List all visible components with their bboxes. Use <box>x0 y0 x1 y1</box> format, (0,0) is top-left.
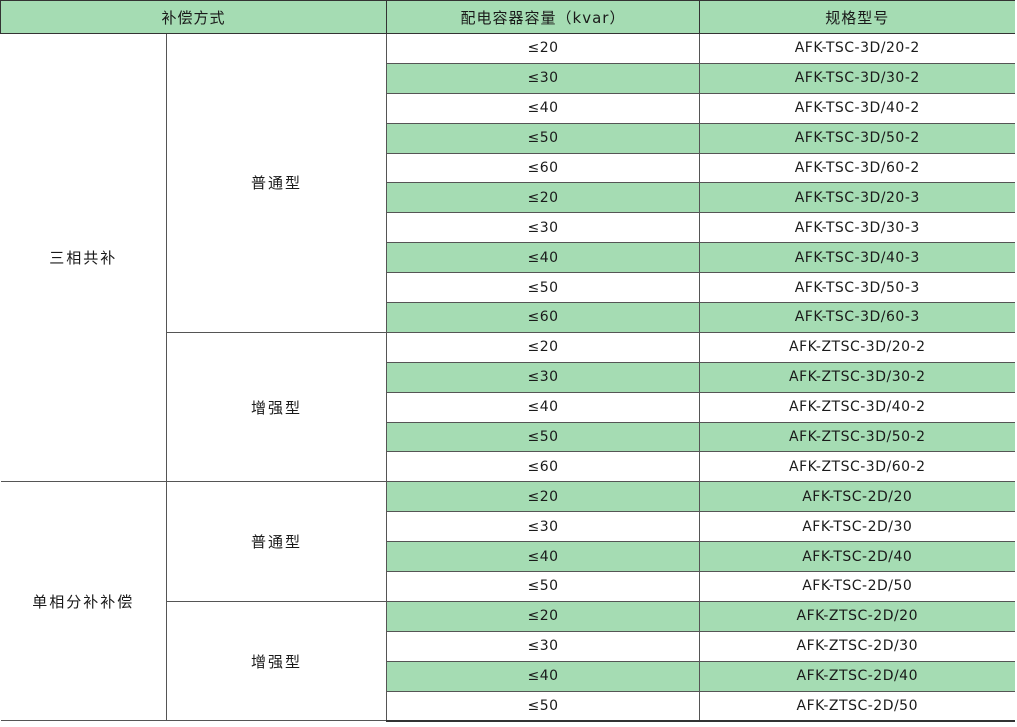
capacity-cell: ≤60 <box>386 152 701 184</box>
capacity-cell: ≤20 <box>386 481 701 513</box>
type-cell: 普通型 <box>165 33 388 333</box>
model-cell: AFK-TSC-3D/50-3 <box>699 272 1015 304</box>
model-cell: AFK-TSC-3D/30-2 <box>699 62 1015 94</box>
model-cell: AFK-ZTSC-3D/50-2 <box>699 421 1015 453</box>
table-row: 单相分补补偿 普通型 ≤20 AFK-TSC-2D/20 <box>0 481 1015 722</box>
model-cell: AFK-TSC-3D/40-3 <box>699 242 1015 274</box>
compensation-mode-cell: 三相共补 <box>0 32 167 483</box>
compensation-mode-cell: 单相分补补偿 <box>0 481 167 722</box>
capacity-cell: ≤40 <box>386 391 701 423</box>
header-model: 规格型号 <box>699 0 1015 34</box>
model-cell: AFK-ZTSC-3D/30-2 <box>699 361 1015 393</box>
model-cell: AFK-TSC-3D/60-2 <box>699 152 1015 184</box>
model-cell: AFK-ZTSC-3D/60-2 <box>699 451 1015 483</box>
table-body: 三相共补 普通型 ≤20 AFK-TSC-3D/20-2 ≤30 AFK-TSC-3D/3… <box>0 32 1015 722</box>
capacity-cell: ≤40 <box>386 660 701 692</box>
capacity-cell: ≤40 <box>386 541 701 573</box>
model-cell: AFK-TSC-2D/20 <box>699 481 1015 513</box>
model-cell: AFK-ZTSC-2D/20 <box>699 600 1015 632</box>
model-cell: AFK-TSC-3D/20-3 <box>699 182 1015 214</box>
model-cell: AFK-TSC-3D/40-2 <box>699 92 1015 124</box>
capacity-cell: ≤30 <box>386 212 701 244</box>
capacity-cell: ≤50 <box>386 571 701 602</box>
capacity-cell: ≤50 <box>386 690 701 722</box>
capacity-cell: ≤50 <box>386 122 701 154</box>
capacity-cell: ≤20 <box>386 33 701 64</box>
spec-table: 补偿方式 配电容器容量（kvar） 规格型号 三相共补 普通型 ≤20 AFK-TSC… <box>0 0 1015 722</box>
model-cell: AFK-TSC-2D/30 <box>699 511 1015 543</box>
capacity-cell: ≤20 <box>386 600 701 632</box>
model-cell: AFK-TSC-3D/20-2 <box>699 33 1015 64</box>
header-mode: 补偿方式 <box>0 0 388 34</box>
model-cell: AFK-ZTSC-2D/50 <box>699 690 1015 722</box>
header-capacity: 配电容器容量（kvar） <box>386 0 701 34</box>
model-cell: AFK-ZTSC-2D/30 <box>699 630 1015 662</box>
capacity-cell: ≤30 <box>386 62 701 94</box>
capacity-cell: ≤20 <box>386 331 701 363</box>
model-cell: AFK-TSC-2D/50 <box>699 571 1015 602</box>
model-cell: AFK-TSC-3D/30-3 <box>699 212 1015 244</box>
capacity-cell: ≤60 <box>386 451 701 483</box>
capacity-cell: ≤50 <box>386 421 701 453</box>
capacity-cell: ≤40 <box>386 242 701 274</box>
model-cell: AFK-TSC-3D/60-3 <box>699 302 1015 333</box>
model-cell: AFK-ZTSC-2D/40 <box>699 660 1015 692</box>
type-cell: 普通型 <box>165 481 388 602</box>
capacity-cell: ≤30 <box>386 630 701 662</box>
type-cell: 增强型 <box>165 331 388 483</box>
capacity-cell: ≤30 <box>386 361 701 393</box>
model-cell: AFK-ZTSC-3D/40-2 <box>699 391 1015 423</box>
header-row: 补偿方式 配电容器容量（kvar） 规格型号 <box>0 0 1015 34</box>
table-row: 三相共补 普通型 ≤20 AFK-TSC-3D/20-2 <box>0 32 1015 483</box>
model-cell: AFK-ZTSC-3D/20-2 <box>699 331 1015 363</box>
model-cell: AFK-TSC-3D/50-2 <box>699 122 1015 154</box>
capacity-cell: ≤20 <box>386 182 701 214</box>
capacity-cell: ≤40 <box>386 92 701 124</box>
capacity-cell: ≤60 <box>386 302 701 333</box>
capacity-cell: ≤50 <box>386 272 701 304</box>
type-cell: 增强型 <box>165 600 388 722</box>
model-cell: AFK-TSC-2D/40 <box>699 541 1015 573</box>
capacity-cell: ≤30 <box>386 511 701 543</box>
